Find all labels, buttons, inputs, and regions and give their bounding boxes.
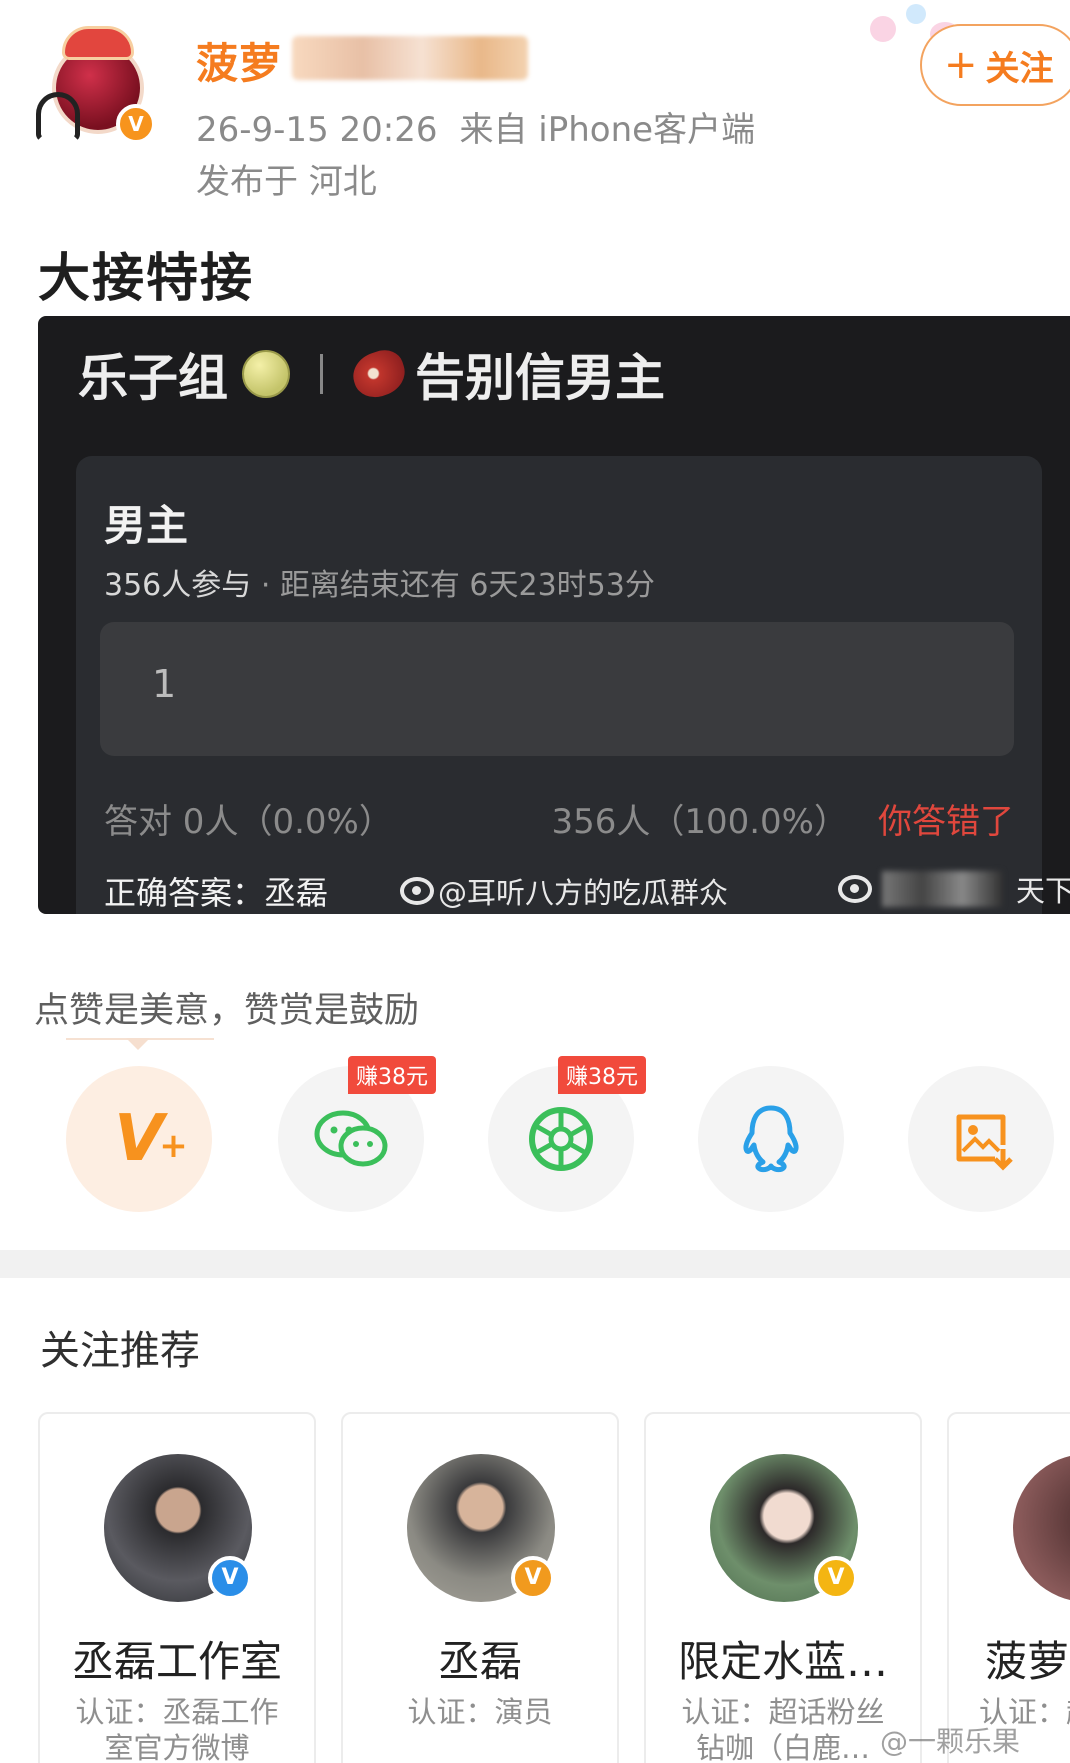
melon-icon — [242, 350, 290, 398]
recommend-cert: 认证：丞磊工作室官方微博 — [75, 1695, 279, 1763]
recommend-card[interactable]: 菠萝 认证：超话粉 — [947, 1412, 1070, 1763]
recommend-name[interactable]: 限定水蓝… — [646, 1628, 920, 1689]
verified-badge-icon: V — [511, 1556, 555, 1600]
plus-icon: + — [944, 42, 978, 88]
section-divider — [0, 1250, 1070, 1278]
recommend-card[interactable]: V 限定水蓝… 认证：超话粉丝钻咖（白鹿… — [644, 1412, 922, 1763]
verified-badge-icon: V — [814, 1556, 858, 1600]
earn-badge: 赚38元 — [348, 1056, 436, 1094]
headset-icon — [36, 92, 80, 142]
watermark-redacted — [882, 871, 1002, 907]
save-image-button[interactable] — [908, 1066, 1054, 1212]
corner-watermark: @一颗乐果 — [880, 1725, 1021, 1758]
follow-label: 关注 — [985, 48, 1054, 89]
steak-icon — [347, 345, 411, 403]
author-name[interactable]: 菠萝 — [196, 30, 282, 91]
reward-button[interactable]: V + — [66, 1066, 212, 1212]
verified-badge-icon: V — [116, 104, 156, 144]
post-location: 发布于 河北 — [196, 162, 377, 202]
image-header-left: 乐子组 — [78, 349, 228, 407]
image-watermark: @耳听八方的吃瓜群众 — [400, 870, 728, 912]
avatar-hotpot-lid — [62, 26, 134, 60]
recommend-name[interactable]: 丞磊 — [343, 1628, 617, 1689]
share-qq-button[interactable] — [698, 1066, 844, 1212]
follow-button[interactable]: + 关注 — [920, 24, 1070, 106]
quiz-result-wrong: 356人（100.0%） 你答错了 — [551, 794, 1014, 843]
author-avatar[interactable]: V — [34, 20, 159, 145]
post-header: V 菠萝 26-9-15 20:26 来自 iPhone客户端 发布于 河北 + … — [0, 0, 1070, 220]
recommend-cert: 认证：超话粉丝钻咖（白鹿… — [681, 1695, 885, 1763]
recommend-name[interactable]: 丞磊工作室 — [40, 1628, 314, 1689]
recommend-cert: 认证：演员 — [407, 1695, 553, 1729]
recommend-name[interactable]: 菠萝 — [949, 1628, 1070, 1689]
share-row: V + 赚38元 赚38元 — [66, 1056, 1070, 1214]
quiz-correct-answer: 正确答案：丞磊 — [104, 874, 329, 912]
quiz-remaining-time: · 距离结束还有 6天23时53分 — [260, 568, 655, 603]
quiz-card: 男主 356人参与 · 距离结束还有 6天23时53分 1 答对 0人（0.0%… — [76, 456, 1042, 914]
author-name-redacted — [292, 36, 528, 80]
recommend-avatar[interactable] — [1013, 1454, 1070, 1602]
weibo-logo-icon — [838, 875, 872, 903]
quiz-result-status: 你答错了 — [878, 802, 1014, 842]
weibo-logo-icon — [400, 877, 434, 905]
hint-pointer — [66, 1038, 214, 1050]
save-image-icon — [908, 1066, 1054, 1212]
post-text: 大接特接 — [38, 249, 255, 309]
quiz-title: 男主 — [104, 501, 189, 550]
recommend-card[interactable]: V 丞磊 认证：演员 — [341, 1412, 619, 1763]
post-source[interactable]: 来自 iPhone客户端 — [460, 110, 756, 150]
post-image[interactable]: 乐子组 告别信男主 男主 356人参与 · 距离结束还有 6天23时53分 1 … — [38, 316, 1070, 914]
reward-hint: 点赞是美意，赞赏是鼓励 — [34, 991, 420, 1031]
quiz-result-correct: 答对 0人（0.0%） — [104, 802, 393, 842]
post-meta: 26-9-15 20:26 来自 iPhone客户端 — [196, 102, 755, 151]
earn-badge: 赚38元 — [558, 1056, 646, 1094]
header-divider — [320, 354, 323, 394]
verified-badge-icon: V — [208, 1556, 252, 1600]
image-header: 乐子组 告别信男主 — [78, 338, 665, 410]
quiz-result-wrong-count: 356人（100.0%） — [551, 802, 848, 842]
image-watermark-2: 天下 — [838, 868, 1070, 910]
qq-icon — [698, 1066, 844, 1212]
image-watermark-text: @耳听八方的吃瓜群众 — [438, 876, 729, 910]
image-header-right: 告别信男主 — [415, 349, 665, 407]
quiz-subtitle: 356人参与 · 距离结束还有 6天23时53分 — [104, 560, 655, 604]
recommend-list: V 丞磊工作室 认证：丞磊工作室官方微博 V 丞磊 认证：演员 V 限定水蓝… … — [38, 1412, 1070, 1763]
recommend-card[interactable]: V 丞磊工作室 认证：丞磊工作室官方微博 — [38, 1412, 316, 1763]
quiz-option-text: 1 — [152, 662, 177, 706]
share-moments-button[interactable]: 赚38元 — [488, 1056, 646, 1212]
reward-v-plus-icon: V + — [114, 1102, 188, 1176]
quiz-participants: 356人参与 — [104, 568, 252, 603]
post-timestamp: 26-9-15 20:26 — [196, 110, 438, 150]
share-wechat-button[interactable]: 赚38元 — [278, 1056, 436, 1212]
recommend-title: 关注推荐 — [40, 1328, 200, 1374]
image-watermark-2-text: 天下 — [1016, 874, 1070, 908]
quiz-option: 1 — [100, 622, 1014, 756]
